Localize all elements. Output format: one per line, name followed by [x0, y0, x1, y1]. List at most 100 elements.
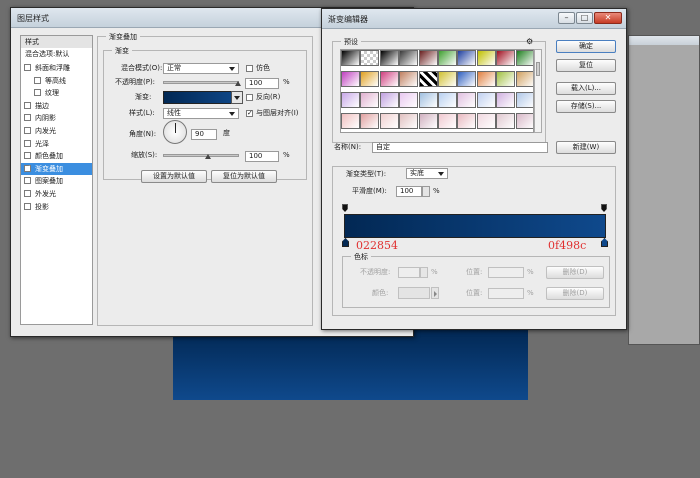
name-input[interactable]: 自定 [372, 142, 548, 153]
maximize-button[interactable]: □ [576, 12, 593, 24]
sidebar-item[interactable]: 纹理 [21, 87, 92, 99]
gradient-dropdown[interactable] [231, 91, 243, 104]
opacity-slider-thumb[interactable] [235, 81, 241, 86]
opacity-slider[interactable] [163, 81, 239, 84]
preset-swatch[interactable] [476, 113, 496, 129]
preset-swatch[interactable] [496, 92, 516, 108]
align-checkbox[interactable]: ✓ [246, 110, 253, 117]
preset-swatch[interactable] [360, 113, 380, 129]
delete-opacity-stop-button[interactable]: 删除(D) [546, 266, 604, 279]
angle-dial[interactable] [163, 120, 187, 144]
preset-swatch[interactable] [515, 71, 533, 87]
preset-swatch[interactable] [399, 50, 419, 66]
sidebar-item[interactable]: 外发光 [21, 188, 92, 200]
preset-swatch[interactable] [438, 92, 457, 108]
close-button[interactable]: ✕ [594, 12, 622, 24]
preset-swatch[interactable] [438, 71, 457, 87]
scale-slider[interactable] [163, 154, 239, 157]
preset-swatch[interactable] [418, 50, 438, 66]
blend-mode-select[interactable]: 正常 [163, 63, 239, 74]
stop-opacity-position-input[interactable] [488, 267, 524, 278]
delete-color-stop-button[interactable]: 删除(D) [546, 287, 604, 300]
stop-opacity-dropdown[interactable] [420, 267, 428, 278]
sidebar-item-checkbox[interactable] [24, 152, 31, 160]
save-button[interactable]: 存储(S)... [556, 100, 616, 113]
sidebar-blend-options[interactable]: 混合选项:默认 [21, 48, 92, 60]
smoothness-dropdown[interactable] [422, 186, 430, 197]
preset-swatch[interactable] [399, 92, 419, 108]
sidebar-item[interactable]: 图案叠加 [21, 175, 92, 187]
smoothness-input[interactable]: 100 [396, 186, 422, 197]
preset-swatch[interactable] [418, 92, 438, 108]
preset-swatch[interactable] [379, 92, 399, 108]
sidebar-item[interactable]: 颜色叠加 [21, 150, 92, 162]
minimize-button[interactable]: – [558, 12, 575, 24]
preset-swatch[interactable] [476, 71, 496, 87]
scale-input[interactable]: 100 [245, 151, 279, 162]
sidebar-item-checkbox[interactable] [24, 127, 31, 134]
preset-swatch[interactable] [476, 92, 496, 108]
preset-swatch[interactable] [341, 71, 360, 87]
sidebar-item[interactable]: 内阴影 [21, 112, 92, 124]
stop-color-position-input[interactable] [488, 288, 524, 299]
preset-swatch[interactable] [341, 92, 360, 108]
ok-button[interactable]: 确定 [556, 40, 616, 53]
preset-swatch[interactable] [515, 92, 533, 108]
preset-swatch[interactable] [496, 50, 516, 66]
sidebar-item-checkbox[interactable] [24, 177, 31, 185]
angle-input[interactable]: 90 [191, 129, 217, 140]
preset-scrollbar[interactable] [534, 49, 542, 133]
set-default-button[interactable]: 设置为默认值 [141, 170, 207, 183]
gear-icon[interactable]: ⚙ [526, 37, 533, 46]
sidebar-item-checkbox[interactable] [34, 89, 41, 97]
type-select[interactable]: 实底 [406, 168, 448, 179]
preset-swatch[interactable] [360, 92, 380, 108]
preset-swatch[interactable] [457, 71, 477, 87]
scale-slider-thumb[interactable] [205, 154, 211, 159]
sidebar-item-checkbox[interactable] [24, 190, 31, 197]
preset-swatch[interactable] [360, 50, 380, 66]
sidebar-item-checkbox[interactable] [34, 76, 41, 84]
preset-swatch[interactable] [457, 50, 477, 66]
sidebar-header[interactable]: 样式 [21, 36, 92, 48]
preset-swatch[interactable] [399, 71, 419, 87]
preset-swatch[interactable] [399, 113, 419, 129]
preset-swatch[interactable] [515, 113, 533, 129]
preset-swatch[interactable] [496, 113, 516, 129]
sidebar-item-checkbox[interactable] [24, 114, 31, 122]
preset-swatch[interactable] [418, 71, 438, 87]
stop-color-swatch[interactable] [398, 287, 430, 299]
reset-button[interactable]: 复位 [556, 59, 616, 72]
sidebar-item-checkbox[interactable] [24, 64, 31, 71]
sidebar-item[interactable]: 等高线 [21, 75, 92, 87]
style-select[interactable]: 线性 [163, 108, 239, 119]
stop-opacity-input[interactable] [398, 267, 420, 278]
load-button[interactable]: 载入(L)... [556, 82, 616, 95]
dither-checkbox[interactable] [246, 65, 253, 72]
preset-swatch[interactable] [379, 71, 399, 87]
preset-swatch[interactable] [476, 50, 496, 66]
sidebar-item[interactable]: 内发光 [21, 125, 92, 137]
reverse-checkbox[interactable] [246, 94, 253, 101]
sidebar-item[interactable]: 投影 [21, 201, 92, 213]
preset-swatch[interactable] [438, 113, 457, 129]
sidebar-item-checkbox[interactable]: ✓ [24, 164, 31, 172]
sidebar-item[interactable]: 光泽 [21, 138, 92, 150]
preset-swatch[interactable] [341, 50, 360, 66]
sidebar-item[interactable]: 斜面和浮雕 [21, 62, 92, 74]
new-button[interactable]: 新建(W) [556, 141, 616, 154]
preset-swatch[interactable] [379, 113, 399, 129]
gradient-editor-titlebar[interactable]: 渐变编辑器 – □ ✕ [322, 9, 626, 29]
sidebar-item-checkbox[interactable] [24, 202, 31, 210]
sidebar-item[interactable]: ✓ 渐变叠加 [21, 162, 92, 175]
sidebar-item-checkbox[interactable] [24, 139, 31, 147]
opacity-input[interactable]: 100 [245, 78, 279, 89]
sidebar-item[interactable]: 描边 [21, 100, 92, 112]
reset-default-button[interactable]: 复位为默认值 [211, 170, 277, 183]
stop-color-arrow[interactable] [431, 287, 439, 299]
preset-swatch[interactable] [515, 50, 533, 66]
preset-scroll-thumb[interactable] [536, 62, 540, 76]
sidebar-item-checkbox[interactable] [24, 101, 31, 109]
gradient-bar[interactable] [344, 214, 606, 238]
preset-swatch[interactable] [360, 71, 380, 87]
